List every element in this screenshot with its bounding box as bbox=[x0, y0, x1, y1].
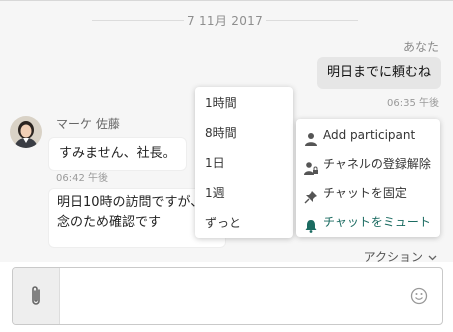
my-sender-name: あなた bbox=[402, 40, 439, 54]
date-label: 7 11月 2017 bbox=[186, 14, 264, 28]
person-lock-icon bbox=[304, 157, 318, 175]
message-time: 06:42 午後 bbox=[56, 173, 108, 184]
date-divider-left bbox=[92, 20, 184, 21]
pin-chat-label: チャットを固定 bbox=[323, 186, 407, 200]
mute-option-1h[interactable]: 1時間 bbox=[195, 88, 293, 118]
message-line: 明日10時の訪問ですが、 bbox=[57, 195, 204, 210]
chevron-down-icon bbox=[428, 250, 437, 264]
mute-option-1d[interactable]: 1日 bbox=[195, 148, 293, 178]
unsubscribe-channel-item[interactable]: チャネルの登録解除 bbox=[296, 150, 440, 179]
message-input[interactable] bbox=[65, 268, 407, 324]
date-divider-right bbox=[266, 20, 358, 21]
mute-option-8h[interactable]: 8時間 bbox=[195, 118, 293, 148]
message-line: 念のため確認です bbox=[57, 215, 162, 230]
top-border bbox=[0, 0, 453, 1]
sender-name: マーケ 佐藤 bbox=[56, 117, 120, 131]
my-message-bubble[interactable]: 明日までに頼むね bbox=[316, 57, 441, 89]
avatar[interactable] bbox=[10, 116, 42, 148]
mute-chat-label: チャットをミュート bbox=[323, 215, 431, 229]
pin-chat-item[interactable]: チャットを固定 bbox=[296, 179, 440, 208]
emoji-icon[interactable] bbox=[410, 287, 428, 305]
bell-icon bbox=[304, 215, 318, 233]
add-participant-item[interactable]: Add participant bbox=[296, 121, 440, 150]
actions-label: アクション bbox=[363, 250, 423, 264]
my-message-time: 06:35 午後 bbox=[387, 98, 439, 109]
date-separator: 7 11月 2017 bbox=[0, 14, 453, 28]
mute-option-1w[interactable]: 1週 bbox=[195, 178, 293, 208]
message-composer bbox=[12, 267, 443, 325]
mute-chat-item[interactable]: チャットをミュート bbox=[296, 208, 440, 237]
actions-button[interactable]: アクション bbox=[364, 248, 437, 265]
message-bubble[interactable]: すみません、社長。 bbox=[48, 137, 187, 171]
action-menu: Add participant チャネルの登録解除 チャットを固定 チャットをミ… bbox=[296, 119, 440, 237]
mute-duration-menu: 1時間 8時間 1日 1週 ずっと bbox=[195, 87, 293, 238]
attach-button[interactable] bbox=[13, 268, 60, 324]
mute-option-forever[interactable]: ずっと bbox=[195, 208, 293, 238]
add-participant-label: Add participant bbox=[323, 128, 416, 142]
pin-icon bbox=[304, 186, 318, 204]
add-person-icon bbox=[304, 128, 318, 146]
unsubscribe-channel-label: チャネルの登録解除 bbox=[323, 157, 431, 171]
